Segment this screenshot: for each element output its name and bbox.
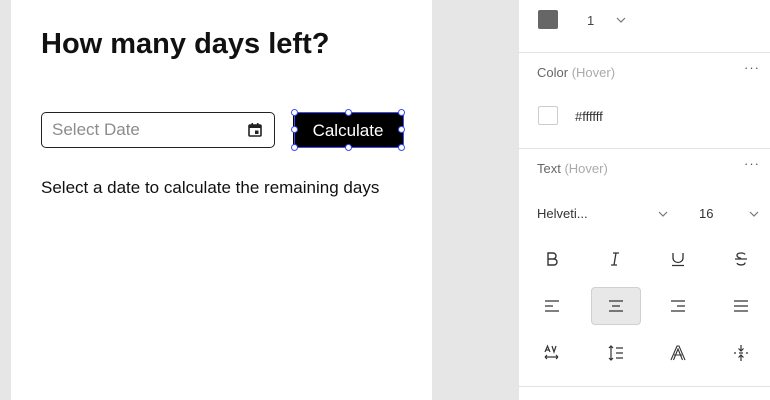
underline-button[interactable] (653, 240, 703, 278)
properties-panel: 1 Color (Hover) ··· #ffffff Text (Hover)… (519, 0, 770, 400)
design-canvas: How many days left? Calculate Select a d… (11, 0, 432, 400)
resize-handle-right[interactable] (398, 126, 405, 133)
align-left-icon (545, 300, 559, 312)
align-center-icon (609, 300, 623, 312)
date-field[interactable] (41, 112, 275, 148)
more-options-icon[interactable]: ··· (744, 60, 760, 75)
calendar-icon[interactable] (247, 122, 263, 138)
resize-handle-left[interactable] (291, 126, 298, 133)
vertical-align-icon (734, 345, 748, 361)
resize-handle-bottom-left[interactable] (291, 144, 298, 151)
section-title-label: Color (537, 65, 569, 80)
text-outline-button[interactable] (653, 334, 703, 372)
italic-icon (611, 252, 619, 266)
panel-divider (519, 386, 770, 387)
bold-button[interactable] (527, 240, 577, 278)
status-text: Select a date to calculate the remaining… (41, 178, 380, 197)
chevron-down-icon[interactable] (616, 17, 626, 23)
border-color-swatch[interactable] (538, 10, 558, 29)
align-left-button[interactable] (527, 287, 577, 325)
section-state-label: (Hover) (564, 161, 608, 176)
resize-handle-top-right[interactable] (398, 109, 405, 116)
align-right-button[interactable] (653, 287, 703, 325)
strikethrough-button[interactable] (716, 240, 766, 278)
section-title-label: Text (537, 161, 561, 176)
color-section-title: Color (Hover) (537, 65, 615, 80)
panel-divider (519, 148, 770, 149)
chevron-down-icon[interactable] (749, 211, 759, 217)
align-center-button[interactable] (591, 287, 641, 325)
resize-handle-bottom-right[interactable] (398, 144, 405, 151)
line-height-icon (608, 345, 623, 361)
hover-color-swatch[interactable] (538, 106, 558, 125)
font-size-select[interactable]: 16 (699, 206, 713, 221)
align-justify-button[interactable] (716, 287, 766, 325)
vertical-align-button[interactable] (716, 334, 766, 372)
strikethrough-icon (735, 252, 747, 266)
align-right-icon (671, 300, 685, 312)
resize-handle-bottom[interactable] (345, 144, 352, 151)
date-input[interactable] (52, 120, 232, 140)
resize-handle-top[interactable] (345, 109, 352, 116)
border-width-value[interactable]: 1 (587, 13, 594, 28)
line-height-button[interactable] (591, 334, 641, 372)
more-options-icon[interactable]: ··· (744, 156, 760, 171)
letter-spacing-button[interactable] (527, 334, 577, 372)
section-state-label: (Hover) (571, 65, 616, 80)
font-family-select[interactable]: Helveti... (537, 206, 588, 221)
text-outline-icon (670, 345, 686, 361)
bold-icon (547, 252, 558, 266)
page-title: How many days left? (41, 28, 330, 60)
color-hex-value[interactable]: #ffffff (575, 109, 603, 124)
italic-button[interactable] (590, 240, 640, 278)
text-section-title: Text (Hover) (537, 161, 608, 176)
resize-handle-top-left[interactable] (291, 109, 298, 116)
chevron-down-icon[interactable] (658, 211, 668, 217)
calculate-button[interactable]: Calculate (293, 113, 403, 148)
underline-icon (672, 253, 684, 267)
panel-divider (519, 52, 770, 53)
letter-spacing-icon (544, 344, 559, 360)
align-justify-icon (734, 300, 748, 312)
